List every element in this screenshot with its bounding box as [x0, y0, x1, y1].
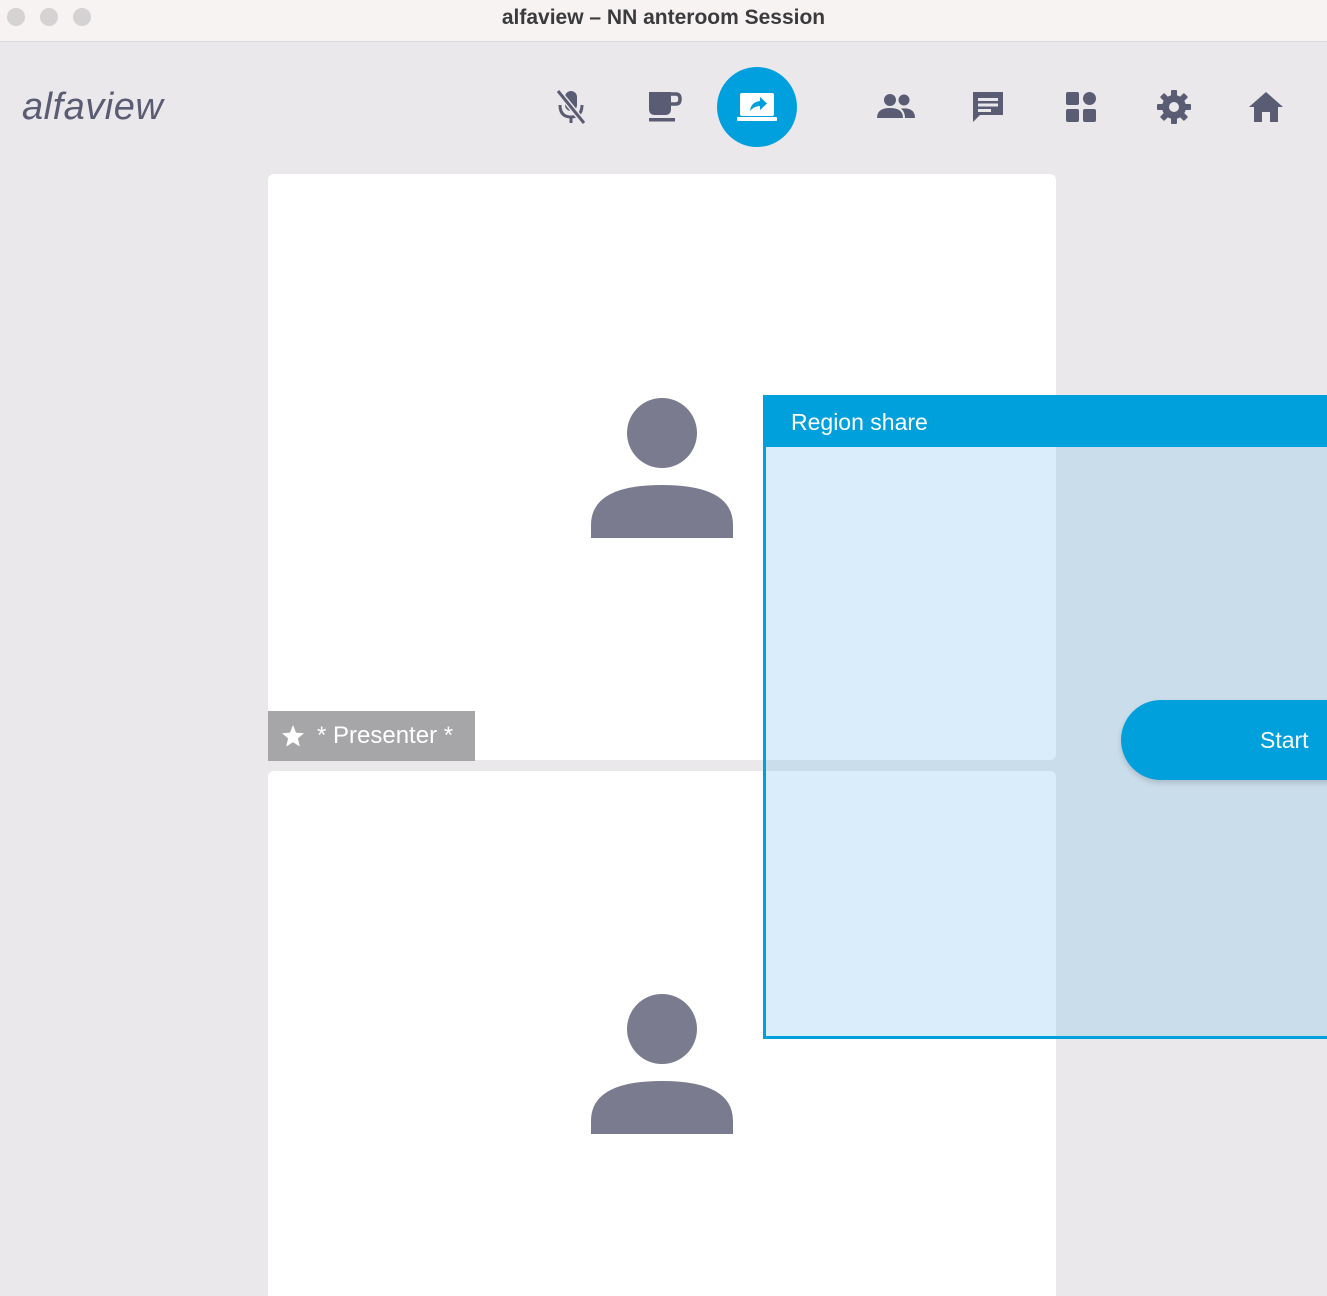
start-share-button[interactable]: Start	[1121, 700, 1327, 780]
region-share-title[interactable]: Region share	[766, 398, 1327, 447]
screen-share-button[interactable]	[717, 67, 797, 147]
gear-icon	[1157, 90, 1191, 124]
participants-button[interactable]	[856, 67, 936, 147]
grid-icon	[1066, 92, 1096, 122]
title-bar: alfaview – NN anteroom Session	[0, 0, 1327, 42]
chat-button[interactable]	[948, 67, 1028, 147]
people-icon	[877, 94, 915, 118]
chat-icon	[973, 92, 1003, 122]
layout-button[interactable]	[1041, 67, 1121, 147]
app-logo: alfaview	[22, 86, 164, 128]
mic-off-icon	[555, 89, 587, 125]
settings-button[interactable]	[1134, 67, 1214, 147]
star-icon	[282, 725, 304, 747]
coffee-break-button[interactable]	[624, 67, 704, 147]
window-title: alfaview – NN anteroom Session	[501, 6, 826, 29]
screen-share-icon	[737, 93, 777, 121]
coffee-icon	[649, 92, 682, 122]
mute-microphone-button[interactable]	[531, 67, 611, 147]
avatar-placeholder-icon	[591, 398, 733, 538]
home-button[interactable]	[1226, 67, 1306, 147]
presenter-label: * Presenter *	[317, 722, 454, 749]
home-icon	[1249, 92, 1283, 122]
avatar-placeholder-icon	[591, 994, 733, 1134]
presenter-badge: * Presenter *	[268, 711, 475, 761]
app-window: alfaview – NN anteroom Session alfaview	[0, 0, 1327, 1296]
